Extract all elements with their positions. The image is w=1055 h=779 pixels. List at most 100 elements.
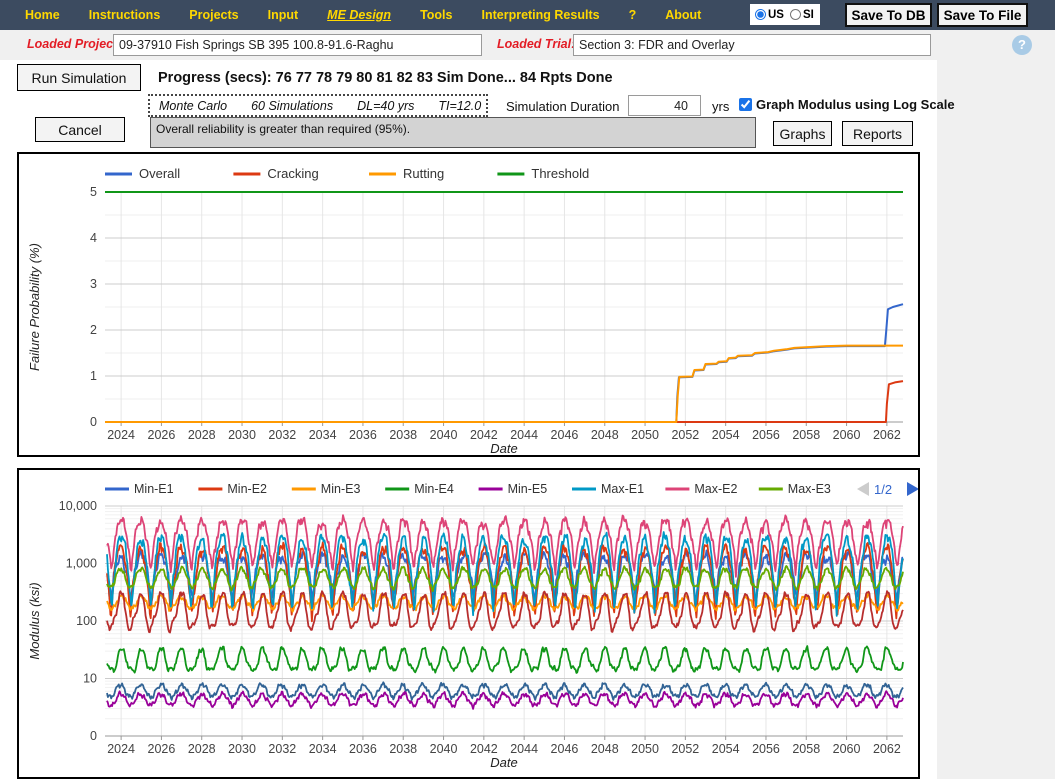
legend-item-min-e1[interactable]: Min-E1 — [105, 482, 174, 496]
svg-text:2056: 2056 — [752, 742, 780, 756]
svg-text:2048: 2048 — [591, 428, 619, 442]
legend-item-max-e1[interactable]: Max-E1 — [572, 482, 644, 496]
loaded-project-input[interactable] — [113, 34, 482, 56]
legend-prev-icon[interactable] — [857, 482, 869, 496]
cancel-button[interactable]: Cancel — [35, 117, 125, 142]
log-scale-label: Graph Modulus using Log Scale — [756, 97, 955, 112]
svg-text:2052: 2052 — [671, 742, 699, 756]
nav-item-input[interactable]: Input — [268, 8, 299, 22]
help-icon[interactable]: ? — [1012, 35, 1032, 55]
legend-item-overall[interactable]: Overall — [105, 166, 180, 181]
svg-text:2056: 2056 — [752, 428, 780, 442]
me-design-app: Home Instructions Projects Input ME Desi… — [0, 0, 1055, 779]
svg-text:2026: 2026 — [148, 428, 176, 442]
svg-text:2042: 2042 — [470, 742, 498, 756]
svg-text:2038: 2038 — [389, 428, 417, 442]
legend-item-min-e2[interactable]: Min-E2 — [198, 482, 267, 496]
svg-text:4: 4 — [90, 231, 97, 245]
svg-text:2050: 2050 — [631, 428, 659, 442]
y-axis-title: Failure Probability (%) — [27, 243, 42, 371]
modulus-chart-panel: 0 10 100 1,000 10,000 2024 2026 2028 2030 2032 203… — [17, 468, 920, 779]
svg-text:2060: 2060 — [833, 428, 861, 442]
grid — [105, 191, 903, 422]
progress-text: Progress (secs): 76 77 78 79 80 81 82 83… — [158, 70, 613, 86]
nav-item-me-design[interactable]: ME Design — [327, 8, 391, 22]
status-box: Overall reliability is greater than requ… — [150, 117, 756, 148]
svg-text:Max-E1: Max-E1 — [601, 482, 644, 496]
graphs-button[interactable]: Graphs — [773, 121, 832, 146]
nav-tabs: Home Instructions Projects Input ME Desi… — [25, 0, 701, 30]
units-radio-si[interactable]: SI — [789, 8, 814, 21]
legend-item-min-e5[interactable]: Min-E5 — [478, 482, 548, 496]
loaded-project-label: Loaded Project: — [27, 37, 122, 51]
svg-text:2030: 2030 — [228, 428, 256, 442]
svg-text:2052: 2052 — [671, 428, 699, 442]
nav-item-instructions[interactable]: Instructions — [89, 8, 161, 22]
svg-text:2054: 2054 — [712, 742, 740, 756]
svg-text:Max-E3: Max-E3 — [788, 482, 831, 496]
series-cracking — [105, 380, 904, 423]
svg-text:3: 3 — [90, 277, 97, 291]
svg-text:2058: 2058 — [792, 428, 820, 442]
svg-text:2028: 2028 — [188, 428, 216, 442]
svg-text:2058: 2058 — [792, 742, 820, 756]
legend-item-max-e2[interactable]: Max-E2 — [665, 482, 738, 496]
legend-next-icon[interactable] — [907, 482, 919, 496]
axis-labels: 0 1 2 3 4 5 2024 2026 2028 2030 2032 2034 2036 2038 20… — [27, 185, 901, 456]
nav-item-home[interactable]: Home — [25, 8, 60, 22]
legend-item-min-e3[interactable]: Min-E3 — [291, 482, 361, 496]
status-message: Overall reliability is greater than requ… — [156, 122, 411, 136]
svg-text:Max-E2: Max-E2 — [694, 482, 737, 496]
nav-item-tools[interactable]: Tools — [420, 8, 452, 22]
top-navigation-bar: Home Instructions Projects Input ME Desi… — [0, 0, 1055, 30]
nav-item-help[interactable]: ? — [629, 8, 637, 22]
svg-text:2050: 2050 — [631, 742, 659, 756]
svg-text:10: 10 — [83, 672, 97, 686]
units-radio-us[interactable]: US — [755, 9, 784, 21]
chart-legend: Overall Cracking Rutting Threshold — [105, 166, 589, 181]
simulation-duration-label: Simulation Duration — [506, 99, 620, 114]
monte-carlo-traffic-index: TI=12.0 — [438, 98, 482, 113]
units-toggle-group: US SI — [750, 4, 820, 25]
simulation-duration-input[interactable] — [628, 95, 701, 116]
monte-carlo-simulations: 60 Simulations — [251, 98, 334, 113]
log-scale-option: Graph Modulus using Log Scale — [739, 97, 955, 112]
legend-item-cracking[interactable]: Cracking — [233, 166, 319, 181]
svg-text:0: 0 — [90, 415, 97, 429]
save-to-file-button[interactable]: Save To File — [937, 3, 1028, 27]
loaded-trial-input[interactable] — [573, 34, 931, 56]
nav-item-interpreting-results[interactable]: Interpreting Results — [481, 8, 599, 22]
failure-probability-chart-panel: 0 1 2 3 4 5 2024 2026 2028 2030 2032 2034 2036 2038 20… — [17, 152, 920, 457]
us-radio[interactable] — [755, 9, 766, 20]
legend-item-rutting[interactable]: Rutting — [369, 166, 444, 181]
si-radio[interactable] — [789, 9, 801, 20]
svg-text:2046: 2046 — [551, 742, 579, 756]
save-to-db-button[interactable]: Save To DB — [845, 3, 932, 27]
svg-text:2040: 2040 — [430, 742, 458, 756]
svg-text:2042: 2042 — [470, 428, 498, 442]
series-overall — [105, 303, 904, 423]
svg-text:Min-E1: Min-E1 — [134, 482, 174, 496]
run-simulation-button[interactable]: Run Simulation — [17, 64, 141, 91]
svg-text:1,000: 1,000 — [66, 557, 97, 571]
legend-item-max-e3[interactable]: Max-E3 — [758, 482, 831, 496]
svg-text:2054: 2054 — [712, 428, 740, 442]
series-min-e4 — [106, 645, 904, 674]
reports-button[interactable]: Reports — [842, 121, 913, 146]
svg-text:Min-E2: Min-E2 — [227, 482, 267, 496]
si-radio-label: SI — [802, 8, 814, 21]
legend-item-min-e4[interactable]: Min-E4 — [385, 482, 454, 496]
legend-pagination: 1/2 — [857, 482, 919, 497]
nav-item-about[interactable]: About — [665, 8, 701, 22]
monte-carlo-design-life: DL=40 yrs — [357, 98, 415, 113]
nav-item-projects[interactable]: Projects — [189, 8, 238, 22]
svg-text:2040: 2040 — [430, 428, 458, 442]
svg-text:5: 5 — [90, 185, 97, 199]
svg-text:2024: 2024 — [107, 742, 135, 756]
legend-item-threshold[interactable]: Threshold — [497, 166, 589, 181]
svg-text:2036: 2036 — [349, 428, 377, 442]
monte-carlo-summary-box: Monte Carlo 60 Simulations DL=40 yrs TI=… — [148, 94, 488, 117]
svg-text:2032: 2032 — [268, 742, 296, 756]
svg-text:2034: 2034 — [309, 428, 337, 442]
log-scale-checkbox[interactable] — [739, 98, 752, 111]
